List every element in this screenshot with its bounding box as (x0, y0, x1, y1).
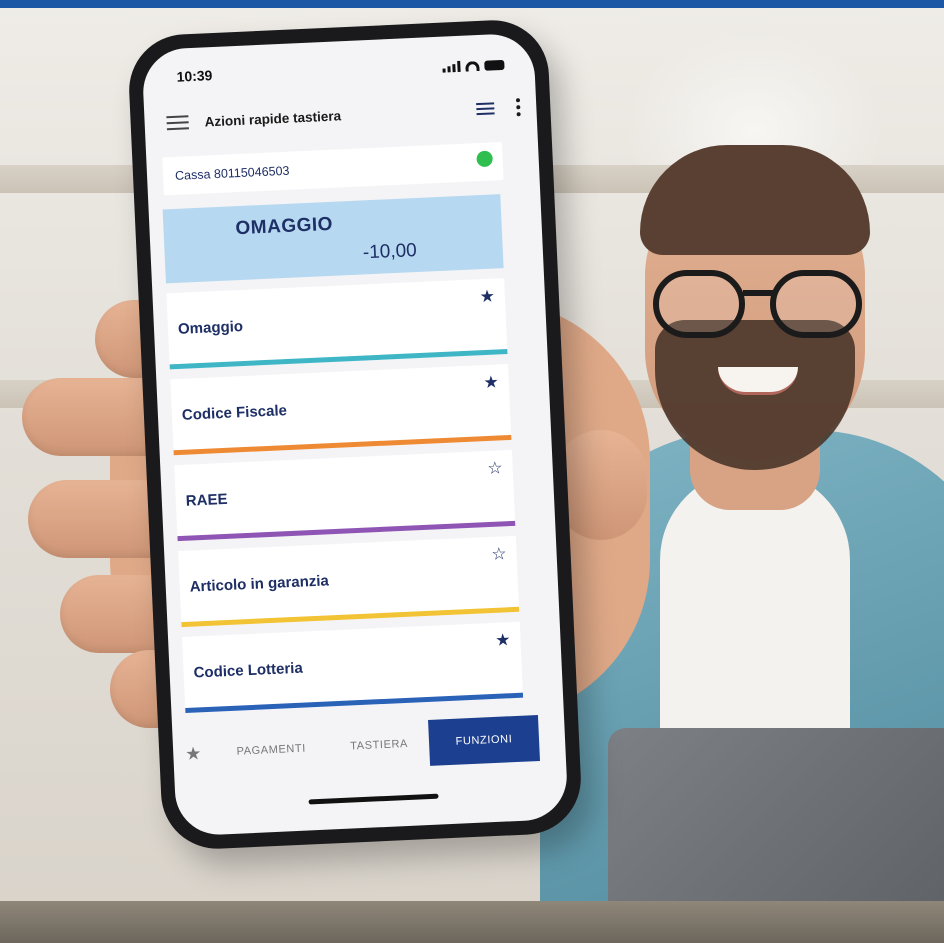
register-select[interactable]: Cassa 80115046503 (162, 142, 504, 196)
action-label: RAEE (185, 490, 228, 510)
glasses-lens-left (653, 270, 745, 338)
action-card[interactable]: Codice Lotteria ★ (182, 621, 524, 713)
display-item-name: OMAGGIO (235, 213, 334, 240)
action-card[interactable]: Codice Fiscale ★ (170, 363, 512, 456)
action-label: Codice Lotteria (193, 659, 304, 682)
star-outline-icon[interactable]: ☆ (491, 544, 507, 565)
tab-functions[interactable]: FUNZIONI (428, 714, 540, 766)
bottom-tab-bar: ★ PAGAMENTI TASTIERA FUNZIONI (172, 714, 566, 778)
receipt-display: OMAGGIO -10,00 (162, 194, 504, 284)
action-label: Articolo in garanzia (189, 572, 330, 596)
status-bar: 10:39 (141, 33, 534, 91)
glasses-lens-right (770, 270, 862, 338)
battery-icon (484, 59, 505, 71)
favorites-star-icon[interactable]: ★ (172, 730, 214, 778)
wifi-icon (465, 60, 480, 72)
star-filled-icon[interactable]: ★ (495, 630, 511, 651)
tab-payments[interactable]: PAGAMENTI (212, 725, 330, 776)
brand-top-bar (0, 0, 944, 8)
action-card[interactable]: RAEE ☆ (174, 449, 516, 542)
display-amount: -10,00 (362, 240, 418, 264)
phone-screen: 10:39 Azioni rapide tastiera Cassa 80115… (141, 32, 569, 837)
desk (0, 901, 944, 943)
more-options-icon[interactable] (515, 98, 521, 117)
list-view-icon[interactable] (476, 102, 495, 116)
tab-keyboard[interactable]: TASTIERA (328, 720, 430, 770)
glasses-bridge (743, 290, 773, 296)
menu-icon[interactable] (166, 115, 189, 131)
action-card[interactable]: Articolo in garanzia ☆ (178, 535, 520, 628)
star-outline-icon[interactable]: ☆ (487, 458, 503, 479)
home-indicator[interactable] (308, 793, 439, 805)
action-label: Codice Fiscale (181, 402, 288, 424)
quick-actions-list: Omaggio ★ Codice Fiscale ★ RAEE ☆ Articolo in … (166, 278, 524, 723)
register-row: Cassa 80115046503 (162, 142, 504, 196)
smartphone: 10:39 Azioni rapide tastiera Cassa 80115… (126, 17, 584, 852)
app-bar: Azioni rapide tastiera (144, 86, 537, 144)
register-label: Cassa 80115046503 (174, 163, 290, 183)
signal-icon (442, 60, 461, 73)
page-title: Azioni rapide tastiera (204, 107, 342, 129)
star-filled-icon[interactable]: ★ (483, 372, 499, 393)
star-filled-icon[interactable]: ★ (479, 287, 495, 308)
status-icons (442, 59, 505, 73)
status-time: 10:39 (176, 67, 213, 85)
action-accent-bar (185, 692, 524, 713)
action-label: Omaggio (177, 317, 244, 338)
action-card[interactable]: Omaggio ★ (166, 278, 508, 370)
